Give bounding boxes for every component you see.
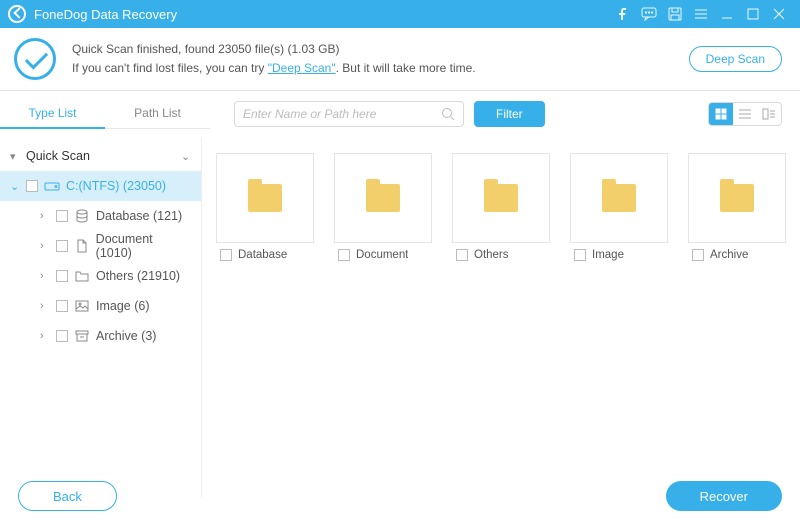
save-icon[interactable]	[662, 3, 688, 25]
chevron-right-icon: ›	[40, 270, 50, 282]
tree-item-database[interactable]: › Database (121)	[0, 201, 201, 231]
sidebar-tabs: Type List Path List	[0, 99, 210, 129]
tree-item-others[interactable]: › Others (21910)	[0, 261, 201, 291]
app-title: FoneDog Data Recovery	[34, 7, 177, 22]
chevron-right-icon: ›	[40, 330, 50, 342]
checkbox[interactable]	[692, 249, 704, 261]
folder-others[interactable]: Others	[452, 153, 550, 261]
folder-document[interactable]: Document	[334, 153, 432, 261]
archive-icon	[74, 329, 90, 343]
checkbox[interactable]	[220, 249, 232, 261]
view-list-icon[interactable]	[733, 103, 757, 125]
facebook-icon[interactable]	[610, 3, 636, 25]
back-button[interactable]: Back	[18, 481, 117, 511]
folder-icon	[248, 184, 282, 212]
checkbox[interactable]	[26, 180, 38, 192]
title-bar: FoneDog Data Recovery	[0, 0, 800, 28]
checkbox[interactable]	[56, 300, 68, 312]
scan-status-bar: Quick Scan finished, found 23050 file(s)…	[0, 28, 800, 91]
folder-icon	[366, 184, 400, 212]
search-box[interactable]	[234, 101, 464, 127]
drive-icon	[44, 179, 60, 193]
tab-path-list[interactable]: Path List	[105, 99, 210, 128]
tree-panel: ▾ Quick Scan ⌄ ⌄ C:(NTFS) (23050) › Data…	[0, 137, 202, 497]
checkbox[interactable]	[56, 270, 68, 282]
tree-root[interactable]: ▾ Quick Scan ⌄	[0, 141, 201, 171]
tree-item-image[interactable]: › Image (6)	[0, 291, 201, 321]
search-input[interactable]	[243, 107, 441, 121]
checkmark-icon	[14, 38, 56, 80]
main-area: ▾ Quick Scan ⌄ ⌄ C:(NTFS) (23050) › Data…	[0, 137, 800, 497]
menu-icon[interactable]	[688, 3, 714, 25]
filter-button[interactable]: Filter	[474, 101, 545, 127]
folder-icon	[484, 184, 518, 212]
deep-scan-link[interactable]: "Deep Scan"	[268, 61, 336, 75]
app-logo-icon	[8, 5, 26, 23]
checkbox[interactable]	[56, 330, 68, 342]
folder-icon	[720, 184, 754, 212]
folder-grid: Database Document Others Image Archive	[202, 137, 800, 497]
deep-scan-button[interactable]: Deep Scan	[689, 46, 782, 72]
minimize-icon[interactable]	[714, 3, 740, 25]
chevron-right-icon: ›	[40, 300, 50, 312]
maximize-icon[interactable]	[740, 3, 766, 25]
view-grid-icon[interactable]	[709, 103, 733, 125]
tree-item-document[interactable]: › Document (1010)	[0, 231, 201, 261]
footer: Back Recover	[0, 469, 800, 523]
close-icon[interactable]	[766, 3, 792, 25]
database-icon	[74, 209, 90, 223]
folder-icon	[602, 184, 636, 212]
tree-item-archive[interactable]: › Archive (3)	[0, 321, 201, 351]
image-icon	[74, 299, 90, 313]
scan-status-text: Quick Scan finished, found 23050 file(s)…	[72, 40, 689, 78]
folder-archive[interactable]: Archive	[688, 153, 786, 261]
recover-button[interactable]: Recover	[666, 481, 782, 511]
chevron-down-icon: ⌄	[181, 150, 191, 163]
checkbox[interactable]	[456, 249, 468, 261]
view-detail-icon[interactable]	[757, 103, 781, 125]
folder-image[interactable]: Image	[570, 153, 668, 261]
feedback-icon[interactable]	[636, 3, 662, 25]
chevron-down-icon: ⌄	[10, 180, 20, 193]
toolbar: Type List Path List Filter	[0, 91, 800, 137]
tree-drive[interactable]: ⌄ C:(NTFS) (23050)	[0, 171, 201, 201]
folder-database[interactable]: Database	[216, 153, 314, 261]
chevron-right-icon: ›	[40, 210, 50, 222]
folder-icon	[74, 269, 90, 283]
chevron-right-icon: ›	[40, 240, 50, 252]
document-icon	[74, 239, 90, 253]
checkbox[interactable]	[574, 249, 586, 261]
caret-down-icon: ▾	[10, 150, 20, 163]
checkbox[interactable]	[56, 210, 68, 222]
view-switch	[708, 102, 782, 126]
checkbox[interactable]	[56, 240, 68, 252]
search-icon	[441, 107, 455, 121]
tab-type-list[interactable]: Type List	[0, 99, 105, 129]
checkbox[interactable]	[338, 249, 350, 261]
